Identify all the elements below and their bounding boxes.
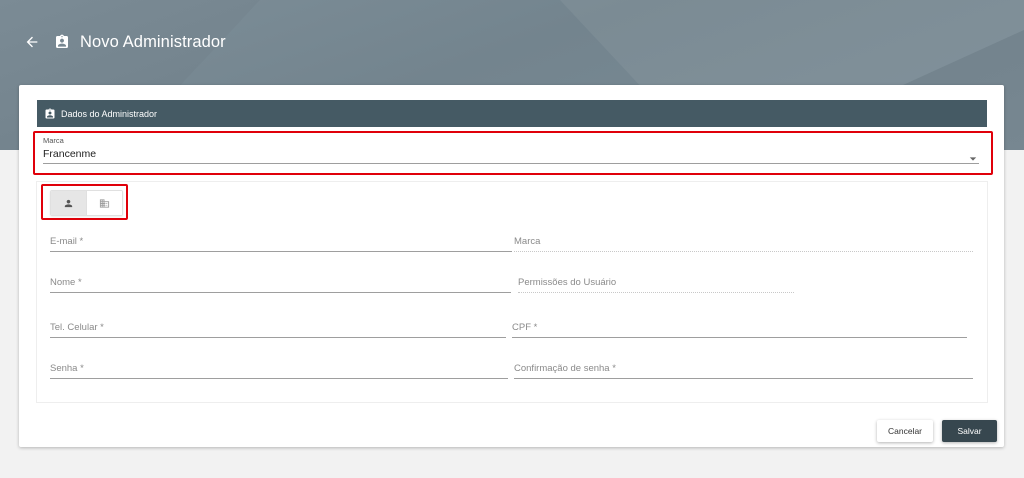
- user-type-toggle: [50, 190, 123, 216]
- page-title: Novo Administrador: [80, 32, 226, 51]
- person-icon: [63, 198, 74, 209]
- confirmacao-placeholder: Confirmação de senha *: [514, 363, 616, 374]
- marca-field: Marca: [514, 229, 973, 252]
- cpf-field[interactable]: CPF *: [512, 315, 967, 338]
- cpf-placeholder: CPF *: [512, 322, 538, 333]
- nome-field[interactable]: Nome *: [50, 270, 511, 293]
- marca-placeholder: Marca: [514, 236, 541, 247]
- celular-field[interactable]: Tel. Celular *: [50, 315, 506, 338]
- arrow-left-icon[interactable]: [24, 34, 40, 50]
- nome-placeholder: Nome *: [50, 277, 82, 288]
- contact-badge-icon: [44, 108, 56, 120]
- permissoes-placeholder: Permissões do Usuário: [518, 277, 617, 288]
- brand-select-value: Francenme: [43, 148, 97, 160]
- brand-select[interactable]: Marca Francenme: [43, 133, 979, 164]
- company-toggle-button[interactable]: [86, 191, 122, 215]
- celular-placeholder: Tel. Celular *: [50, 322, 104, 333]
- senha-placeholder: Senha *: [50, 363, 84, 374]
- chevron-down-icon: [969, 150, 977, 161]
- confirmacao-senha-field[interactable]: Confirmação de senha *: [514, 356, 973, 379]
- title-row: Novo Administrador: [24, 30, 226, 54]
- senha-field[interactable]: Senha *: [50, 356, 508, 379]
- permissoes-field[interactable]: Permissões do Usuário: [518, 270, 794, 293]
- section-header: Dados do Administrador: [37, 100, 987, 127]
- save-button[interactable]: Salvar: [942, 420, 997, 442]
- email-field[interactable]: E-mail *: [50, 229, 512, 252]
- email-placeholder: E-mail *: [50, 236, 84, 247]
- business-icon: [99, 198, 110, 209]
- brand-select-label: Marca: [43, 136, 64, 145]
- person-toggle-button[interactable]: [51, 191, 86, 215]
- section-title: Dados do Administrador: [61, 108, 158, 119]
- contact-badge-icon: [54, 34, 70, 50]
- form-card: Dados do Administrador Marca Francenme E…: [19, 85, 1004, 447]
- cancel-button[interactable]: Cancelar: [877, 420, 933, 442]
